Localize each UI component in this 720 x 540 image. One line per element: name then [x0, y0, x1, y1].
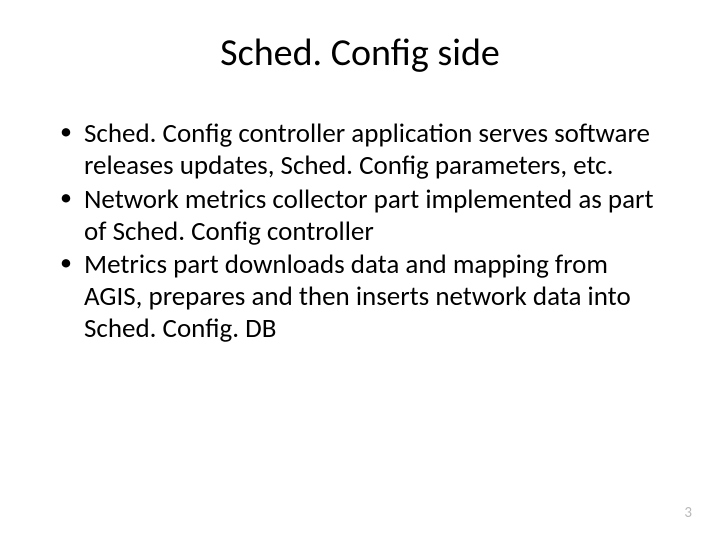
bullet-item: Sched. Config controller application ser…: [56, 118, 672, 182]
slide-container: Sched. Config side Sched. Config control…: [0, 0, 720, 540]
bullet-list: Sched. Config controller application ser…: [48, 118, 672, 345]
slide-title: Sched. Config side: [48, 30, 672, 76]
page-number: 3: [684, 504, 692, 522]
bullet-item: Network metrics collector part implement…: [56, 184, 672, 248]
bullet-item: Metrics part downloads data and mapping …: [56, 249, 672, 345]
